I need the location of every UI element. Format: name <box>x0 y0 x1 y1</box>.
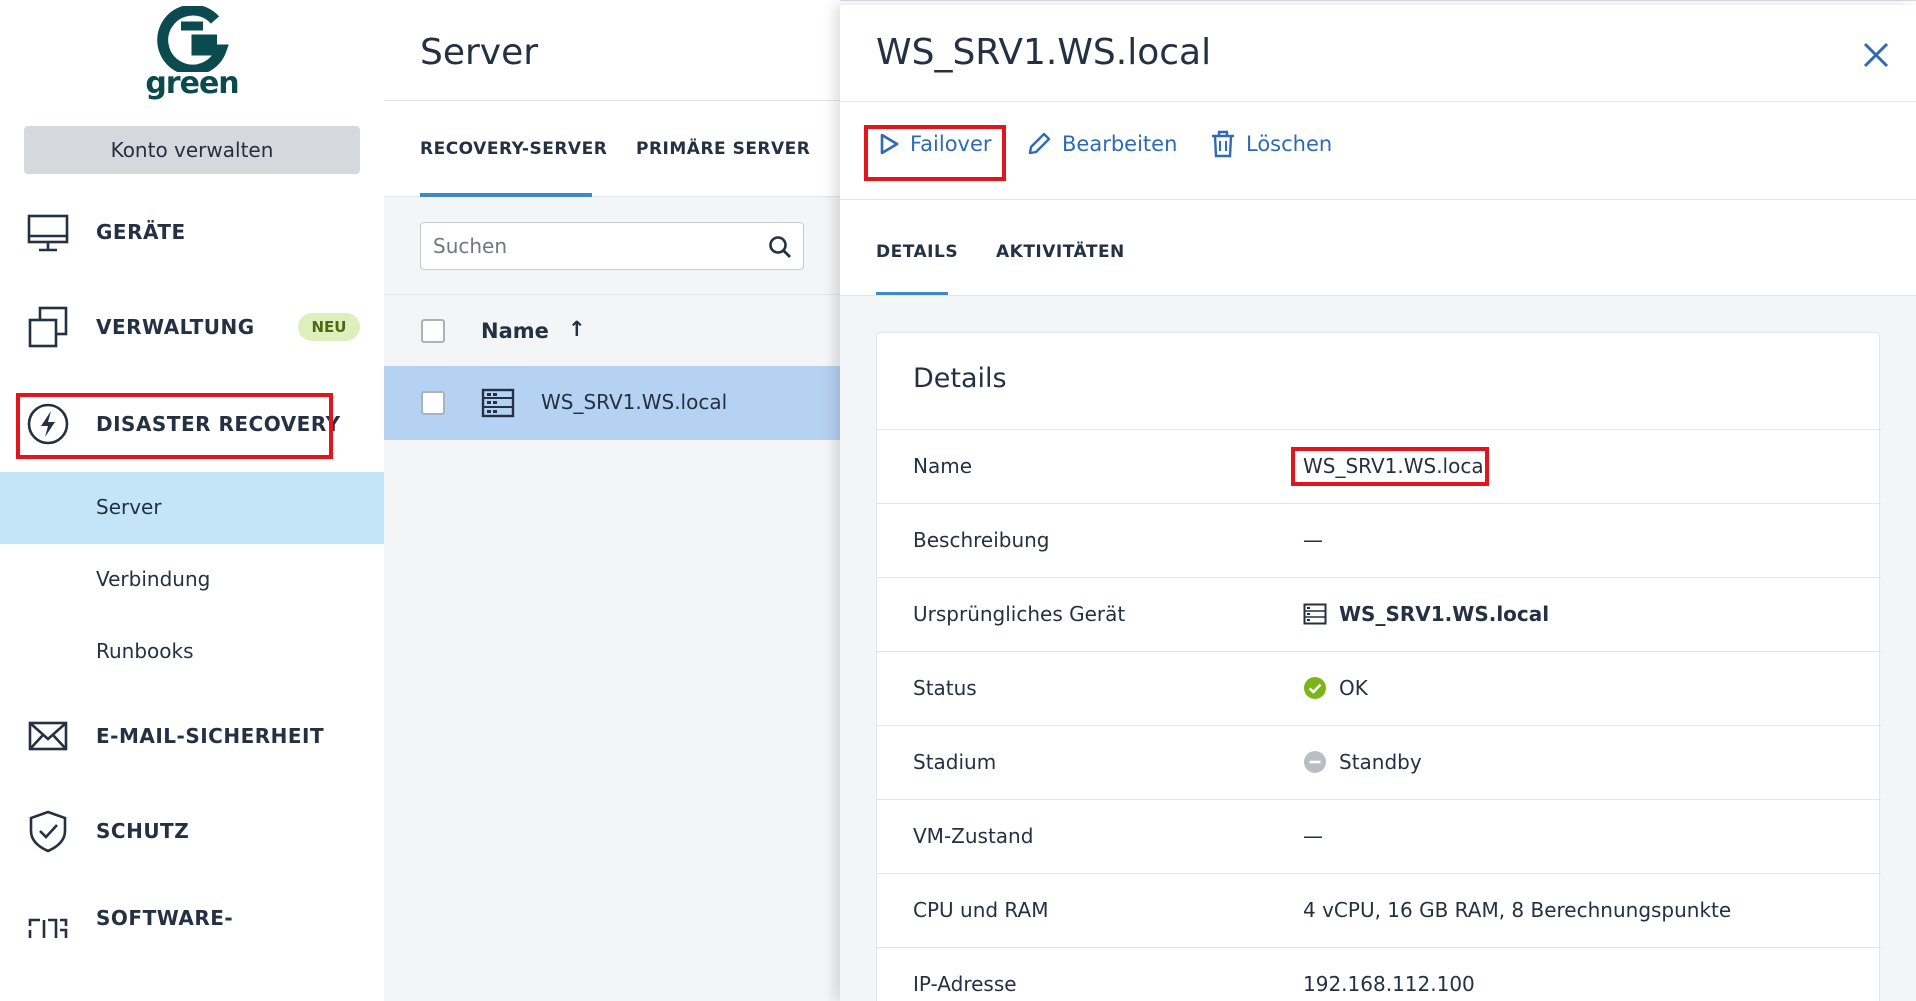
detail-value-with-icon: OK <box>1303 676 1368 700</box>
sidebar: green Konto verwalten GERÄTE VERWALTUNG … <box>0 0 384 1001</box>
search-input[interactable] <box>433 232 753 260</box>
check-circle-icon <box>1304 677 1326 699</box>
server-detail-panel: WS_SRV1.WS.local Failover Bearbeiten Lös… <box>840 5 1916 1001</box>
detail-label: CPU und RAM <box>913 898 1049 922</box>
nav-item-software[interactable]: SOFTWARE- <box>0 882 384 952</box>
detail-label: Ursprüngliches Gerät <box>913 602 1126 626</box>
server-icon <box>1303 603 1327 625</box>
detail-row-status: Status OK <box>877 651 1881 725</box>
subnav-label-server: Server <box>96 495 162 519</box>
minus-circle-icon <box>1304 751 1326 773</box>
trash-icon <box>1212 130 1234 158</box>
status-value: OK <box>1339 676 1368 700</box>
detail-label: Status <box>913 676 977 700</box>
shield-check-icon <box>29 810 67 853</box>
detail-row-description: Beschreibung — <box>877 503 1881 577</box>
header-divider <box>840 101 1916 102</box>
detail-title: WS_SRV1.WS.local <box>876 32 1212 73</box>
logo-text: green <box>145 66 239 101</box>
delete-button[interactable]: Löschen <box>1210 126 1332 162</box>
nav-label-email-security: E-MAIL-SICHERHEIT <box>96 724 325 748</box>
subnav-item-server[interactable]: Server <box>0 472 384 544</box>
nav-item-email-security[interactable]: E-MAIL-SICHERHEIT <box>0 701 384 771</box>
nav-item-protection[interactable]: SCHUTZ <box>0 796 384 866</box>
list-header-row: Name ↑ <box>384 294 840 366</box>
server-icon <box>481 388 515 418</box>
server-list-header: Server <box>384 0 840 101</box>
active-tab-indicator <box>420 193 592 197</box>
brand-logo[interactable]: green <box>145 6 240 101</box>
row-checkbox[interactable] <box>421 391 445 415</box>
server-tabs: RECOVERY-SERVER PRIMÄRE SERVER <box>384 101 840 197</box>
detail-value: — <box>1303 528 1323 552</box>
detail-label: Beschreibung <box>913 528 1050 552</box>
detail-row-ip-address: IP-Adresse 192.168.112.100 <box>877 947 1881 1001</box>
app-root: green Konto verwalten GERÄTE VERWALTUNG … <box>0 0 1916 1001</box>
edit-button[interactable]: Bearbeiten <box>1026 126 1177 162</box>
detail-value-with-icon[interactable]: WS_SRV1.WS.local <box>1303 602 1549 626</box>
envelope-icon <box>28 721 68 751</box>
column-header-name[interactable]: Name <box>481 319 549 343</box>
new-badge: NEU <box>298 313 360 341</box>
original-device-link[interactable]: WS_SRV1.WS.local <box>1339 602 1549 626</box>
detail-row-original-device: Ursprüngliches Gerät WS_SRV1.WS.local <box>877 577 1881 651</box>
detail-value-with-icon: Standby <box>1303 750 1422 774</box>
edit-label: Bearbeiten <box>1062 132 1178 156</box>
server-list-panel: Server RECOVERY-SERVER PRIMÄRE SERVER Na… <box>384 0 840 1001</box>
detail-row-cpu-ram: CPU und RAM 4 vCPU, 16 GB RAM, 8 Berechn… <box>877 873 1881 947</box>
subnav-label-runbooks: Runbooks <box>96 639 194 663</box>
select-all-checkbox[interactable] <box>421 319 445 343</box>
detail-row-stage: Stadium Standby <box>877 725 1881 799</box>
nav-label-software: SOFTWARE- <box>96 906 234 930</box>
nav-label-devices: GERÄTE <box>96 220 186 244</box>
close-icon[interactable] <box>1856 35 1896 75</box>
nav-item-devices[interactable]: GERÄTE <box>0 197 384 267</box>
subnav-item-connection[interactable]: Verbindung <box>0 544 384 616</box>
search-box <box>420 222 804 270</box>
highlight-name-value <box>1291 447 1489 486</box>
copy-windows-icon <box>28 306 68 348</box>
details-card: Details Name WS_SRV1.WS.local Beschreibu… <box>876 332 1881 1001</box>
search-icon[interactable] <box>767 234 793 260</box>
details-area: Details Name WS_SRV1.WS.local Beschreibu… <box>840 296 1916 1001</box>
details-card-title: Details <box>913 363 1007 394</box>
subnav-label-connection: Verbindung <box>96 567 211 591</box>
tab-primary-server[interactable]: PRIMÄRE SERVER <box>636 139 810 159</box>
actions-divider <box>840 199 1916 200</box>
page-title: Server <box>420 32 539 73</box>
highlight-failover <box>864 125 1006 181</box>
delete-label: Löschen <box>1246 132 1333 156</box>
tab-activities[interactable]: AKTIVITÄTEN <box>996 242 1125 262</box>
software-icon <box>28 918 68 938</box>
sort-ascending-icon[interactable]: ↑ <box>568 317 586 341</box>
detail-row-name: Name WS_SRV1.WS.local <box>877 429 1881 503</box>
detail-label: VM-Zustand <box>913 824 1034 848</box>
nav-item-management[interactable]: VERWALTUNG NEU <box>0 292 384 362</box>
detail-label: Stadium <box>913 750 997 774</box>
tab-recovery-server[interactable]: RECOVERY-SERVER <box>420 139 607 159</box>
logo-g-icon <box>157 6 229 72</box>
detail-row-vm-state: VM-Zustand — <box>877 799 1881 873</box>
manage-account-button[interactable]: Konto verwalten <box>24 126 360 174</box>
pencil-icon <box>1028 132 1051 155</box>
table-row[interactable]: WS_SRV1.WS.local <box>384 366 840 440</box>
monitor-icon <box>27 214 69 252</box>
detail-label: Name <box>913 454 973 478</box>
tab-details[interactable]: DETAILS <box>876 242 958 262</box>
detail-value: 192.168.112.100 <box>1303 972 1475 996</box>
detail-value: 4 vCPU, 16 GB RAM, 8 Berechnungspunkte <box>1303 898 1732 922</box>
subnav-item-runbooks[interactable]: Runbooks <box>0 616 384 688</box>
nav-label-protection: SCHUTZ <box>96 819 190 843</box>
nav-label-management: VERWALTUNG <box>96 315 255 339</box>
detail-label: IP-Adresse <box>913 972 1017 996</box>
detail-value: — <box>1303 824 1323 848</box>
row-server-name: WS_SRV1.WS.local <box>541 390 728 414</box>
stage-value: Standby <box>1339 750 1422 774</box>
highlight-disaster-recovery <box>16 393 333 459</box>
